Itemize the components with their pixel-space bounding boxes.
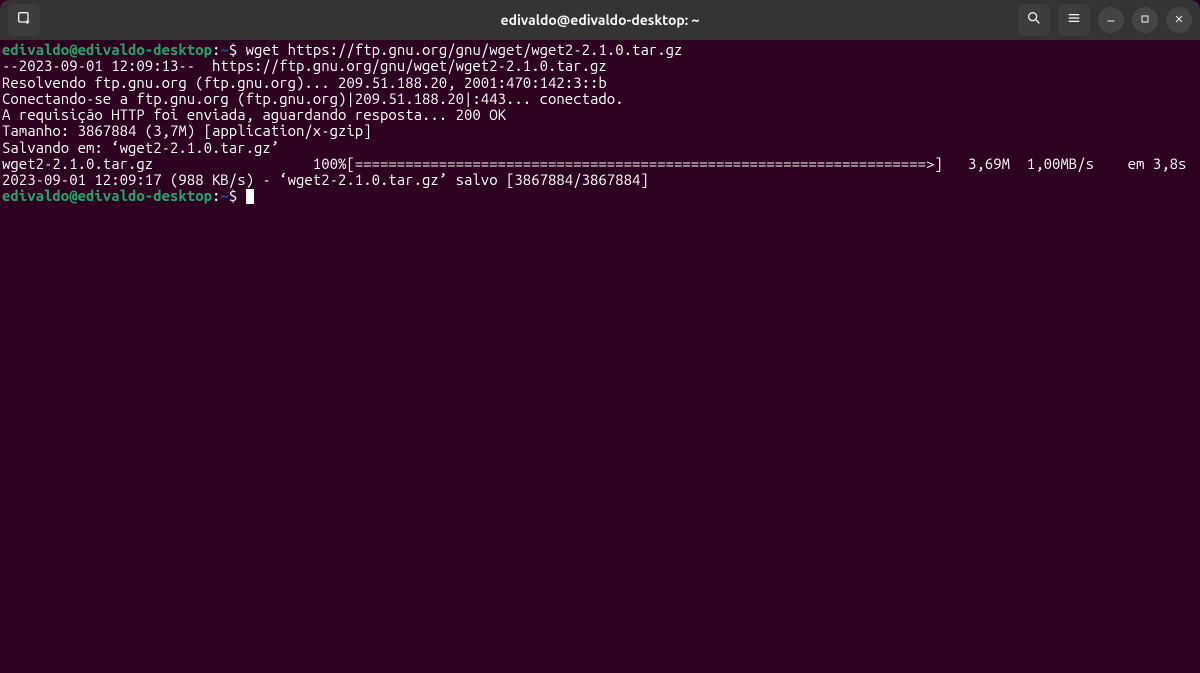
prompt-symbol: $ — [229, 41, 246, 58]
new-tab-icon — [16, 10, 32, 30]
window-headerbar: edivaldo@edivaldo-desktop: ~ — [0, 0, 1200, 40]
prompt-user-host: edivaldo@edivaldo-desktop — [2, 187, 212, 204]
terminal-output-line: --2023-09-01 12:09:13-- https://ftp.gnu.… — [2, 58, 1198, 74]
maximize-icon — [1139, 11, 1151, 29]
terminal-output-line: A requisição HTTP foi enviada, aguardand… — [2, 107, 1198, 123]
terminal-cursor — [246, 189, 254, 204]
prompt-symbol: $ — [229, 187, 246, 204]
close-icon — [1173, 11, 1185, 29]
close-button[interactable] — [1166, 7, 1192, 33]
terminal-prompt-line: edivaldo@edivaldo-desktop:~$ wget https:… — [2, 42, 1198, 58]
terminal-output-line: Resolvendo ftp.gnu.org (ftp.gnu.org)... … — [2, 75, 1198, 91]
terminal-output-line: wget2-2.1.0.tar.gz 100%[================… — [2, 156, 1198, 172]
minimize-button[interactable] — [1098, 7, 1124, 33]
prompt-command: wget https://ftp.gnu.org/gnu/wget/wget2-… — [246, 41, 683, 58]
prompt-user-host: edivaldo@edivaldo-desktop — [2, 41, 212, 58]
minimize-icon — [1105, 11, 1117, 29]
terminal-output-line: Tamanho: 3867884 (3,7M) [application/x-g… — [2, 123, 1198, 139]
terminal-output-line: Salvando em: ‘wget2-2.1.0.tar.gz’ — [2, 140, 1198, 156]
search-icon — [1026, 10, 1042, 30]
maximize-button[interactable] — [1132, 7, 1158, 33]
search-button[interactable] — [1018, 4, 1050, 36]
terminal-output-line: 2023-09-01 12:09:17 (988 KB/s) - ‘wget2-… — [2, 172, 1198, 188]
new-tab-button[interactable] — [8, 4, 40, 36]
menu-button[interactable] — [1058, 4, 1090, 36]
prompt-path: ~ — [220, 187, 228, 204]
hamburger-icon — [1066, 10, 1082, 30]
terminal-output-line: Conectando-se a ftp.gnu.org (ftp.gnu.org… — [2, 91, 1198, 107]
terminal-prompt-line: edivaldo@edivaldo-desktop:~$ — [2, 188, 1198, 204]
terminal-viewport[interactable]: edivaldo@edivaldo-desktop:~$ wget https:… — [0, 40, 1200, 673]
prompt-path: ~ — [220, 41, 228, 58]
